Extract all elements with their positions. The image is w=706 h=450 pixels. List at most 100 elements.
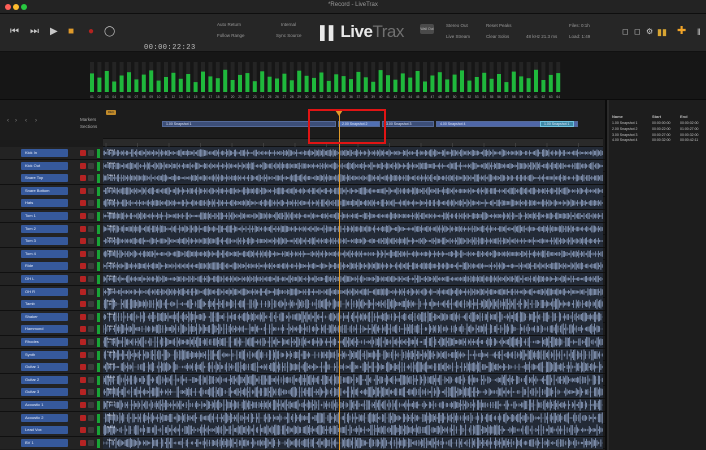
play-icon[interactable]: ▶ bbox=[50, 27, 58, 37]
track-name[interactable]: Kick In bbox=[21, 149, 68, 157]
record-arm-button[interactable] bbox=[80, 225, 86, 232]
window-title: *Record - LiveTrax bbox=[328, 2, 378, 8]
skip-to-start-icon[interactable]: ⏮ bbox=[10, 27, 19, 37]
nav-right-icon[interactable]: › bbox=[15, 116, 17, 126]
track-meter bbox=[97, 262, 100, 272]
meter-view-icon[interactable]: ▮▮ bbox=[657, 27, 667, 37]
monitor-button[interactable] bbox=[88, 150, 94, 156]
track-lane[interactable]: Take 2 bbox=[103, 147, 603, 159]
record-icon[interactable]: ● bbox=[88, 27, 94, 37]
record-arm-button[interactable] bbox=[80, 238, 86, 245]
track-row[interactable]: Ride Take 2 bbox=[0, 260, 605, 273]
track-lane[interactable]: Take 2 bbox=[103, 222, 603, 235]
track-name[interactable]: OH R bbox=[21, 287, 68, 296]
nav-prev-icon[interactable]: ‹ bbox=[25, 116, 27, 126]
monitor-button[interactable] bbox=[88, 225, 94, 232]
reset-peaks-button[interactable]: Reset Peaks bbox=[486, 23, 512, 28]
skip-to-end-icon[interactable]: ⏭ bbox=[30, 27, 39, 37]
track-name[interactable]: Tom 3 bbox=[21, 237, 68, 246]
track-name[interactable]: Hats bbox=[21, 199, 68, 208]
track-lane[interactable]: Take 2 bbox=[103, 159, 603, 172]
record-arm-button[interactable] bbox=[80, 288, 86, 295]
record-arm-button[interactable] bbox=[80, 187, 86, 194]
track-name[interactable]: OH L bbox=[21, 275, 68, 283]
track-row[interactable]: Tom 2 Take 2 bbox=[0, 222, 605, 236]
track-lane[interactable]: Take 2 bbox=[103, 273, 603, 285]
track-row[interactable]: Hats Take 2 bbox=[0, 197, 605, 210]
view-icon-2[interactable]: ◻ bbox=[634, 27, 641, 37]
track-lane[interactable]: Take 2 bbox=[103, 197, 603, 210]
track-name[interactable]: Tom 2 bbox=[21, 224, 68, 233]
track-name[interactable]: Tom 1 bbox=[21, 212, 68, 220]
monitor-button[interactable] bbox=[88, 200, 94, 207]
record-arm-button[interactable] bbox=[80, 175, 86, 182]
record-arm-button[interactable] bbox=[80, 263, 86, 270]
meter-channel-number: 38 bbox=[364, 95, 368, 99]
track-row[interactable]: OH L Take 2 bbox=[0, 273, 605, 286]
track-row[interactable]: Snare Top Take 2 bbox=[0, 172, 605, 185]
track-name[interactable]: Snare Bottom bbox=[21, 186, 68, 195]
track-row[interactable]: Kick Out Take 2 bbox=[0, 159, 605, 173]
snapshot-section-3[interactable]: 3.00 Snapshot 3 bbox=[382, 121, 434, 127]
cue-icon[interactable]: ✚ bbox=[677, 26, 686, 37]
meter-level bbox=[408, 77, 413, 92]
track-header: Kick Out bbox=[0, 159, 103, 172]
meter-channel-number: 33 bbox=[327, 95, 331, 99]
track-row[interactable]: OH R Take 2 bbox=[0, 285, 605, 299]
nav-left-icon[interactable]: ‹ bbox=[7, 116, 9, 126]
stereo-out-label[interactable]: Stereo Out bbox=[446, 23, 468, 28]
wall-out-button[interactable]: Wall Out bbox=[420, 24, 434, 34]
track-row[interactable]: Snare Bottom Take 2 bbox=[0, 184, 605, 198]
live-stream-label[interactable]: Live Stream bbox=[446, 34, 470, 39]
monitor-button[interactable] bbox=[88, 213, 94, 219]
clear-solos-button[interactable]: Clear Solos bbox=[486, 34, 509, 39]
track-lane[interactable]: Take 2 bbox=[103, 235, 603, 248]
record-arm-button[interactable] bbox=[80, 250, 86, 257]
view-icon-1[interactable]: ◻ bbox=[622, 27, 629, 37]
meter-channel-number: 54 bbox=[482, 95, 486, 99]
pause-icon[interactable]: ‖ bbox=[697, 27, 701, 37]
track-lane[interactable]: Take 2 bbox=[103, 247, 603, 260]
record-marker-tag[interactable]: REC bbox=[106, 110, 116, 115]
track-meter bbox=[97, 186, 100, 196]
meter-level bbox=[275, 78, 279, 92]
monitor-button[interactable] bbox=[88, 263, 94, 270]
channel-meters: 01 02 03 04 05 06 07 08 09 10 11 12 13 14 15 16 17 18 19 20… bbox=[90, 62, 561, 99]
meter-level bbox=[415, 71, 420, 92]
sync-internal-label[interactable]: Internal bbox=[281, 22, 296, 27]
monitor-button[interactable] bbox=[88, 276, 94, 282]
record-arm-button[interactable] bbox=[80, 213, 86, 219]
track-lane[interactable]: Take 2 bbox=[103, 285, 603, 298]
track-name[interactable]: Tom 4 bbox=[21, 249, 68, 258]
monitor-button[interactable] bbox=[88, 250, 94, 257]
track-meter bbox=[97, 249, 100, 259]
monitor-button[interactable] bbox=[88, 187, 94, 194]
track-lane[interactable]: Take 2 bbox=[103, 184, 603, 197]
stop-icon[interactable]: ■ bbox=[68, 27, 74, 37]
meter-level bbox=[511, 71, 516, 92]
snapshot-section-5[interactable]: 1.00 Snapshot 1 bbox=[540, 121, 574, 127]
record-arm-button[interactable] bbox=[80, 150, 86, 156]
track-name[interactable]: Ride bbox=[21, 262, 68, 271]
record-arm-button[interactable] bbox=[80, 276, 86, 282]
record-arm-button[interactable] bbox=[80, 200, 86, 207]
monitor-button[interactable] bbox=[88, 288, 94, 295]
track-row[interactable]: Tom 3 Take 2 bbox=[0, 235, 605, 248]
clip-label: Take 2 bbox=[107, 236, 116, 240]
monitor-button[interactable] bbox=[88, 175, 94, 182]
track-lane[interactable]: Take 2 bbox=[103, 172, 603, 185]
track-row[interactable]: Tom 4 Take 2 bbox=[0, 247, 605, 261]
track-name[interactable]: Snare Top bbox=[21, 174, 68, 183]
settings-icon[interactable]: ⚙ bbox=[646, 27, 653, 37]
track-row[interactable]: Kick In Take 2 bbox=[0, 147, 605, 160]
clip-label: Take 2 bbox=[107, 186, 116, 190]
monitor-button[interactable] bbox=[88, 238, 94, 245]
track-row[interactable]: Tom 1 Take 2 bbox=[0, 210, 605, 223]
monitor-button[interactable] bbox=[88, 162, 94, 169]
record-arm-button[interactable] bbox=[80, 162, 86, 169]
nav-next-icon[interactable]: › bbox=[35, 116, 37, 126]
track-lane[interactable]: Take 2 bbox=[103, 210, 603, 222]
loop-icon[interactable]: ◯ bbox=[104, 27, 115, 37]
track-name[interactable]: Kick Out bbox=[21, 161, 68, 170]
track-lane[interactable]: Take 2 bbox=[103, 260, 603, 273]
